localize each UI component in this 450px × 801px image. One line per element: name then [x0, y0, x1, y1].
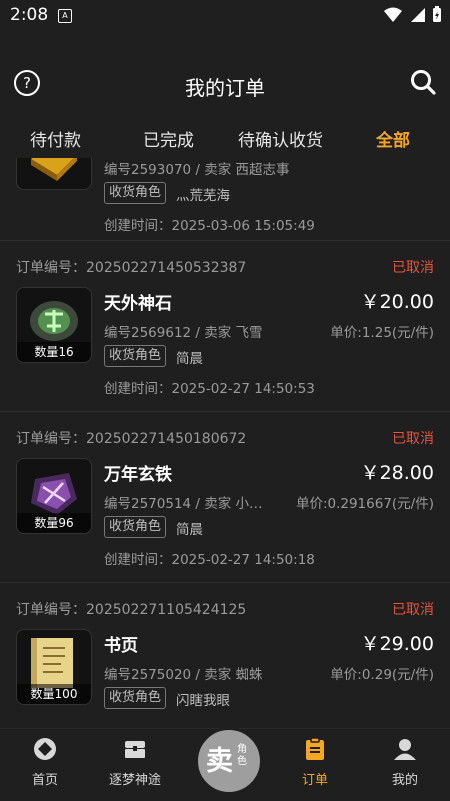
item-name: 天外神石	[104, 294, 172, 314]
search-icon[interactable]	[410, 69, 436, 95]
nav-home[interactable]: 首页	[5, 737, 85, 788]
order-number: 订单编号：202502271450180672	[16, 431, 247, 447]
bottom-nav: 首页 逐梦神途 卖 角色 订单 我的	[0, 727, 450, 801]
role-tag: 收货角色	[104, 687, 167, 709]
role-name: 灬荒芜海	[176, 188, 230, 204]
page-header: ? 我的订单	[0, 60, 450, 110]
item-quantity: 数量100	[17, 684, 91, 704]
item-meta: 编号2570514 / 卖家 小…	[104, 496, 263, 512]
order-number: 订单编号：202502271105424125	[16, 602, 247, 618]
clipboard-icon	[306, 737, 324, 760]
nav-orders-label: 订单	[301, 773, 328, 788]
nav-mine[interactable]: 我的	[365, 737, 445, 788]
tab-completed[interactable]: 已完成	[143, 126, 194, 151]
sell-button[interactable]: 卖 角色	[195, 727, 263, 795]
item-meta: 编号2593070 / 卖家 西超志事	[104, 162, 290, 178]
unit-price: 单价:0.291667(元/件)	[295, 496, 434, 512]
role-tag: 收货角色	[104, 182, 167, 204]
role-name: 闪瞎我眼	[176, 693, 230, 709]
item-price: ￥29.00	[360, 633, 434, 655]
order-card[interactable]: 订单编号：202502271450180672 已取消 数量96 万年玄铁 ￥2…	[0, 412, 450, 582]
nav-mine-label: 我的	[391, 773, 418, 788]
tab-all[interactable]: 全部	[376, 126, 410, 151]
item-thumbnail: 数量96	[16, 458, 92, 534]
tab-pending-receipt[interactable]: 待确认收货	[238, 126, 323, 151]
chest-icon	[125, 741, 145, 758]
created-time: 创建时间：2025-03-06 15:05:49	[104, 218, 315, 234]
notification-icon: A	[58, 9, 72, 23]
created-time: 创建时间：2025-02-27 14:50:53	[104, 381, 315, 397]
battery-icon	[433, 6, 441, 22]
role-name: 简晨	[176, 351, 203, 367]
item-meta: 编号2575020 / 卖家 蜘蛛	[104, 667, 263, 683]
sell-button-sub: 角色	[237, 744, 247, 767]
item-name: 书页	[104, 636, 138, 656]
status-time: 2:08	[10, 5, 49, 25]
item-price: ￥20.00	[360, 291, 434, 313]
order-list[interactable]: 编号2593070 / 卖家 西超志事 收货角色 灬荒芜海 创建时间：2025-…	[0, 158, 450, 728]
order-status: 已取消	[392, 260, 434, 276]
item-price: ￥28.00	[360, 462, 434, 484]
order-status: 已取消	[392, 602, 434, 618]
order-status: 已取消	[392, 431, 434, 447]
user-icon	[394, 739, 416, 760]
unit-price: 单价:1.25(元/件)	[330, 325, 434, 341]
created-time: 创建时间：2025-02-27 14:50:18	[104, 552, 315, 568]
status-bar: 2:08 A	[0, 0, 450, 32]
order-card[interactable]: 订单编号：202502271450532387 已取消 数量16 天外神石 ￥2…	[0, 241, 450, 411]
nav-dream-label: 逐梦神途	[108, 773, 161, 788]
sell-button-main: 卖	[206, 746, 233, 777]
role-tag: 收货角色	[104, 345, 167, 367]
order-tabs: 待付款 已完成 待确认收货 全部	[0, 122, 450, 156]
order-card[interactable]: 订单编号：202502271105424125 已取消 数量100 书页 ￥29…	[0, 583, 450, 728]
role-name: 简晨	[176, 522, 203, 538]
role-tag: 收货角色	[104, 516, 167, 538]
system-icons	[384, 6, 442, 23]
unit-price: 单价:0.29(元/件)	[330, 667, 434, 683]
item-quantity: 数量16	[17, 342, 91, 362]
tab-pending-payment[interactable]: 待付款	[30, 126, 81, 151]
item-name: 万年玄铁	[104, 465, 172, 485]
item-thumbnail	[16, 158, 92, 190]
signal-icon	[411, 7, 425, 22]
home-diamond-icon	[34, 738, 56, 760]
order-card[interactable]: 编号2593070 / 卖家 西超志事 收货角色 灬荒芜海 创建时间：2025-…	[0, 158, 450, 238]
item-thumbnail: 数量16	[16, 287, 92, 363]
nav-dream[interactable]: 逐梦神途	[95, 737, 175, 788]
nav-orders[interactable]: 订单	[275, 737, 355, 788]
gold-ingot-icon	[31, 158, 77, 181]
item-thumbnail: 数量100	[16, 629, 92, 705]
wifi-icon	[384, 7, 402, 22]
page-title: 我的订单	[185, 76, 265, 100]
order-number: 订单编号：202502271450532387	[16, 260, 247, 276]
item-meta: 编号2569612 / 卖家 飞雪	[104, 325, 263, 341]
item-quantity: 数量96	[17, 513, 91, 533]
nav-home-label: 首页	[31, 773, 58, 788]
